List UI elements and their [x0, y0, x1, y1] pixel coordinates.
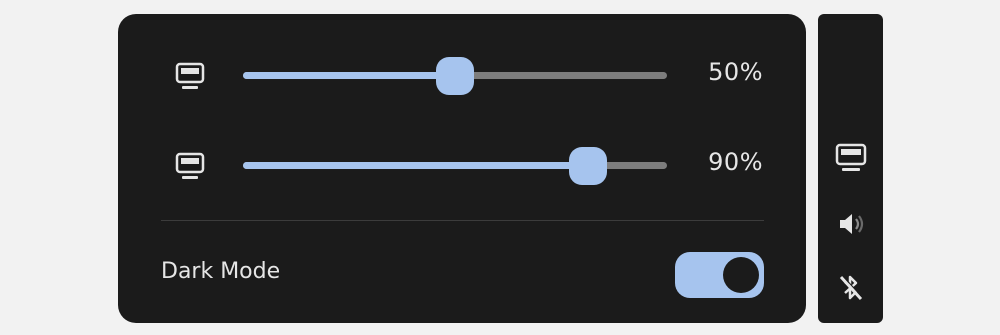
- quick-settings-sidebar: [818, 14, 883, 323]
- slider-knob[interactable]: [568, 147, 607, 185]
- divider: [161, 220, 764, 221]
- volume-icon[interactable]: [834, 208, 868, 240]
- brightness-row-1: 50%: [118, 54, 806, 98]
- monitor-icon: [175, 152, 205, 179]
- dark-mode-toggle[interactable]: [675, 252, 764, 298]
- bluetooth-off-icon[interactable]: [834, 272, 868, 304]
- slider-value-label: 90%: [708, 148, 763, 176]
- monitor-icon[interactable]: [834, 142, 868, 174]
- slider-value-label: 50%: [708, 58, 763, 86]
- brightness-slider-2[interactable]: [243, 147, 667, 185]
- slider-fill: [243, 72, 455, 79]
- slider-knob[interactable]: [436, 57, 474, 95]
- toggle-knob: [723, 257, 759, 293]
- dark-mode-label: Dark Mode: [161, 259, 281, 284]
- brightness-row-2: 90%: [118, 144, 806, 188]
- slider-fill: [243, 162, 588, 169]
- brightness-slider-1[interactable]: [243, 57, 667, 95]
- quick-settings-panel: 50% 90% Dark Mode: [118, 14, 806, 323]
- monitor-icon: [175, 62, 205, 89]
